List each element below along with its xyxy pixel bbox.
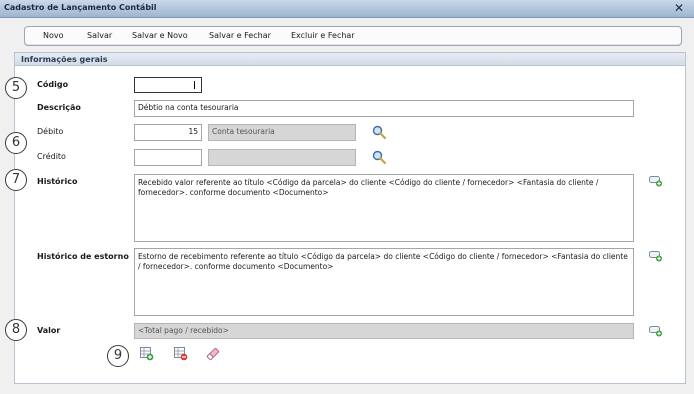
salvar-button[interactable]: Salvar: [87, 31, 112, 40]
excluir-e-fechar-button[interactable]: Excluir e Fechar: [291, 31, 355, 40]
credito-label: Crédito: [37, 152, 66, 161]
callout-5: 5: [5, 77, 27, 99]
callout-8: 8: [5, 319, 27, 341]
valor-label: Valor: [37, 326, 61, 335]
title-bar[interactable]: Cadastro de Lançamento Contábil ✕: [0, 0, 694, 18]
codigo-label: Código: [37, 80, 69, 89]
novo-button[interactable]: Novo: [43, 31, 64, 40]
toolbar: Novo Salvar Salvar e Novo Salvar e Fecha…: [24, 26, 682, 46]
grid-add-icon[interactable]: [140, 347, 154, 363]
callout-6: 6: [5, 132, 27, 154]
add-field-icon[interactable]: [649, 325, 663, 339]
historico-estorno-textarea[interactable]: Estorno de recebimento referente ao títu…: [134, 248, 634, 316]
valor-field: <Total pago / recebido>: [134, 323, 634, 339]
eraser-icon[interactable]: [206, 347, 220, 363]
add-field-icon[interactable]: [649, 250, 663, 264]
debito-account-field: Conta tesouraria: [208, 124, 356, 141]
callout-7: 7: [5, 169, 27, 191]
debito-code-input[interactable]: 15: [134, 124, 202, 141]
panel-header: Informações gerais: [15, 53, 685, 66]
dialog-window: Cadastro de Lançamento Contábil ✕ Novo S…: [0, 0, 694, 394]
magnifier-icon[interactable]: [372, 150, 387, 166]
text-caret: [194, 81, 195, 89]
historico-estorno-label: Histórico de estorno: [37, 252, 129, 261]
historico-label: Histórico: [37, 177, 78, 186]
debito-label: Débito: [37, 127, 64, 136]
callout-9: 9: [107, 345, 129, 367]
descricao-input[interactable]: Débtio na conta tesouraria: [134, 100, 634, 117]
salvar-e-fechar-button[interactable]: Salvar e Fechar: [209, 31, 271, 40]
add-field-icon[interactable]: [649, 175, 663, 189]
grid-remove-icon[interactable]: [174, 347, 188, 363]
codigo-input[interactable]: [134, 77, 202, 93]
credito-account-field: [208, 149, 356, 166]
credito-code-input[interactable]: [134, 149, 202, 166]
close-button[interactable]: ✕: [674, 1, 684, 15]
descricao-label: Descrição: [37, 103, 81, 112]
window-title: Cadastro de Lançamento Contábil: [4, 3, 157, 12]
magnifier-icon[interactable]: [372, 125, 387, 141]
historico-textarea[interactable]: Recebido valor referente ao título <Códi…: [134, 174, 634, 242]
panel-title: Informações gerais: [21, 55, 108, 64]
salvar-e-novo-button[interactable]: Salvar e Novo: [132, 31, 188, 40]
